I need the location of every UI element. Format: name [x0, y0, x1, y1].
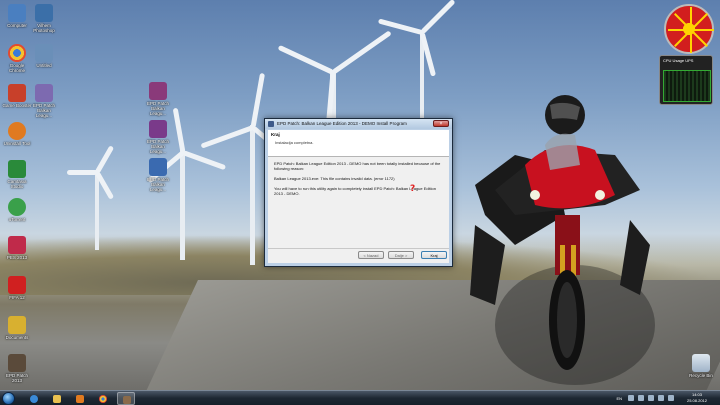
taskbar-media-player[interactable] [71, 392, 89, 405]
desktop-icon-epd-patch-b[interactable]: EPD Patch Balkan Leagu... [143, 120, 173, 154]
utorrent-icon [8, 198, 26, 216]
dialog-titlebar[interactable]: EPD Patch: Balkan League Edition 2013 - … [265, 119, 452, 129]
camtasia-icon [8, 160, 26, 178]
installer-icon [8, 354, 26, 372]
desktop-icon-pes-2013[interactable]: PES 2013 [2, 236, 32, 260]
motorcycle-rider-image [470, 95, 655, 385]
desktop-icon-camtasia[interactable]: Camtasia Studio [2, 160, 32, 189]
error-message-detail: Balkan League 2013.exe: This file contai… [274, 176, 395, 181]
dialog-content: Kraj Instalacija completna. EPD Patch: B… [268, 130, 449, 263]
desktop-icon-untitled[interactable]: Untitled [29, 44, 59, 68]
desktop-icon-chrome[interactable]: Google Chrome [2, 44, 32, 73]
desktop-icon-documents[interactable]: Documents [2, 316, 32, 340]
uninstall-tool-icon [8, 122, 26, 140]
desktop: Computer Vilhem Photoshop Google Chrome … [0, 0, 720, 390]
desktop-icon-epd-patch-c[interactable]: EPD Patch Balkan Leagu... [143, 158, 173, 192]
cpu-meter-title: CPU Usage UPS [663, 58, 694, 63]
error-message-instructions: You will have to run this utility again … [274, 186, 436, 196]
desktop-icon-epd-patch-a[interactable]: EPD Patch Balkan Leagu... [143, 82, 173, 116]
installer-icon [35, 84, 53, 102]
desktop-icon-epd-patch[interactable]: EPD Patch Balkan Leagu... [29, 84, 59, 118]
desktop-icon-epd-patch-2013[interactable]: EPD Patch 2013 [2, 354, 32, 383]
desktop-icon-game-booster[interactable]: Game Booster [2, 84, 32, 108]
internet-explorer-icon [30, 395, 38, 403]
taskbar-internet-explorer[interactable] [25, 392, 43, 405]
chrome-icon [8, 44, 26, 62]
tray-arrow-icon[interactable] [628, 395, 634, 401]
question-mark-annotation: ? [410, 184, 416, 194]
taskbar-clock[interactable]: 14:03 25.08.2012 [682, 392, 712, 404]
desktop-icon-uninstall-tool[interactable]: Uninstall Tool [2, 122, 32, 146]
winrar-archive-icon [149, 158, 167, 176]
taskbar-windows-explorer[interactable] [48, 392, 66, 405]
installer-dialog: EPD Patch: Balkan League Edition 2013 - … [264, 118, 453, 267]
taskbar-installer[interactable] [117, 392, 135, 405]
start-button[interactable] [2, 392, 15, 405]
computer-icon [8, 4, 26, 22]
pes-2013-icon [8, 236, 26, 254]
desktop-icon-utorrent[interactable]: uTorrent [2, 198, 32, 222]
chrome-icon [99, 395, 107, 403]
language-indicator[interactable]: EN [616, 396, 622, 401]
next-button[interactable]: Dalje > [388, 251, 414, 259]
dialog-title: EPD Patch: Balkan League Edition 2013 - … [277, 121, 407, 126]
installer-app-icon [268, 121, 274, 127]
clock-date: 25.08.2012 [686, 398, 708, 403]
clock-gadget[interactable] [664, 4, 714, 54]
flag-icon[interactable] [658, 395, 664, 401]
desktop-icon-computer[interactable]: Computer [2, 4, 32, 28]
power-icon[interactable] [668, 395, 674, 401]
installer-icon [123, 396, 131, 404]
volume-icon[interactable] [648, 395, 654, 401]
recycle-bin-icon [692, 354, 710, 372]
folder-icon [8, 316, 26, 334]
desktop-icon-recycle-bin[interactable]: Recycle Bin [686, 354, 716, 378]
taskbar: EN 14:03 25.08.2012 [0, 390, 720, 405]
winrar-archive-icon [149, 120, 167, 138]
folder-icon [53, 395, 61, 403]
dialog-header: Kraj Instalacija completna. [268, 130, 449, 157]
finish-button[interactable]: Kraj [421, 251, 447, 259]
cpu-meter-gadget[interactable]: CPU Usage UPS [659, 55, 713, 105]
error-message-summary: EPD Patch: Balkan League Edition 2013 - … [274, 161, 441, 171]
photoshop-icon [35, 4, 53, 22]
back-button[interactable]: < Nazad [358, 251, 384, 259]
system-tray: EN 14:03 25.08.2012 [594, 391, 714, 405]
close-button[interactable]: × [433, 120, 449, 127]
desktop-icon-fifa-12[interactable]: FIFA 12 [2, 276, 32, 300]
desktop-icon-photoshop[interactable]: Vilhem Photoshop [29, 4, 59, 33]
game-booster-icon [8, 84, 26, 102]
media-player-icon [76, 395, 84, 403]
window-icon [35, 44, 53, 62]
dialog-divider [268, 248, 449, 249]
network-icon[interactable] [638, 395, 644, 401]
winrar-archive-icon [149, 82, 167, 100]
cpu-usage-graph [663, 70, 711, 102]
dialog-header-title: Kraj [271, 132, 280, 137]
fifa-12-icon [8, 276, 26, 294]
dialog-header-subtitle: Instalacija completna. [275, 140, 314, 145]
taskbar-google-chrome[interactable] [94, 392, 112, 405]
dialog-body: EPD Patch: Balkan League Edition 2013 - … [268, 157, 449, 205]
